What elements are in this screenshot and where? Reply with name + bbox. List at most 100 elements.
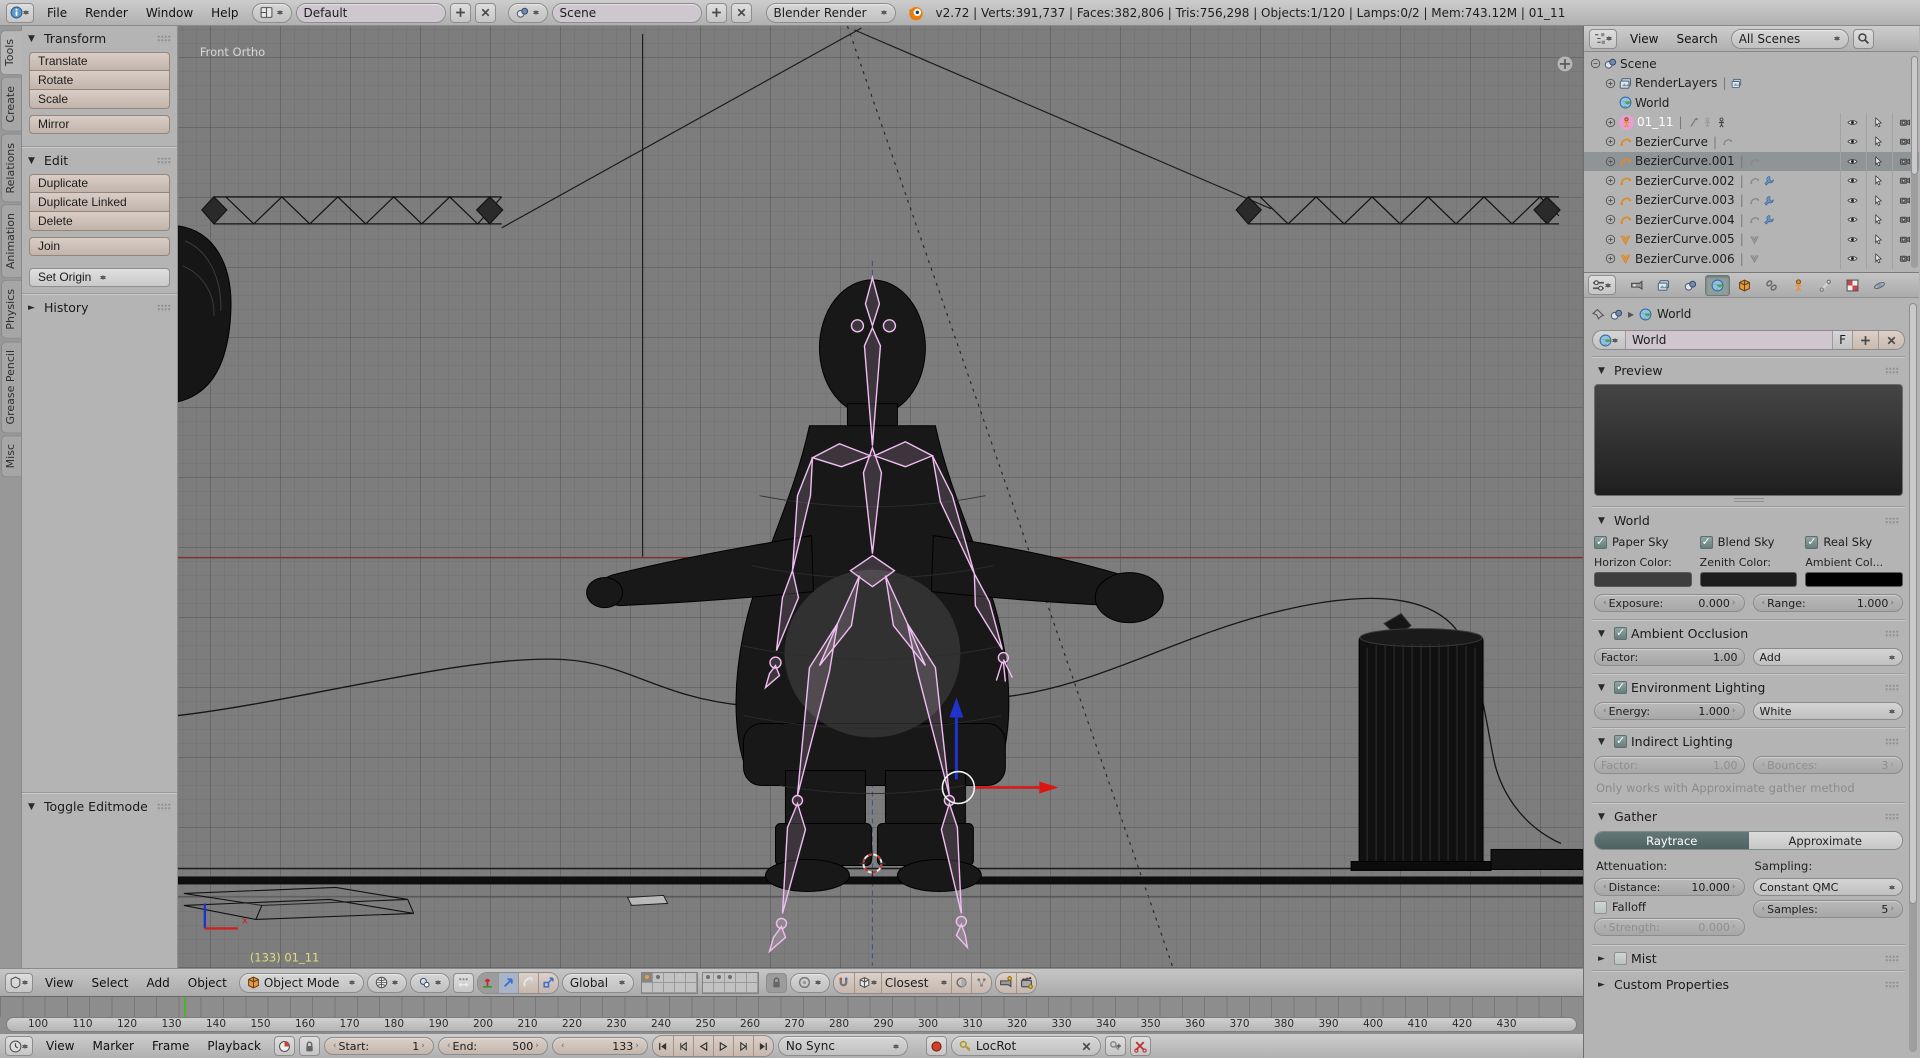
outliner-item-label[interactable]: 01_11 — [1637, 115, 1674, 129]
layer-cell[interactable] — [703, 973, 714, 983]
toggle-selectability-icon[interactable] — [1866, 171, 1889, 191]
ambient-color-swatch[interactable] — [1805, 572, 1903, 587]
mode-dropdown[interactable]: Object Mode — [239, 973, 364, 993]
rotate-manipulator-button[interactable] — [518, 973, 538, 993]
layer-cell[interactable] — [714, 983, 725, 993]
expand-icon[interactable] — [1605, 175, 1616, 186]
toggle-visibility-icon[interactable] — [1840, 113, 1863, 133]
editor-type-outliner-button[interactable] — [1589, 29, 1617, 49]
toolshelf-tab-misc[interactable]: Misc — [1, 435, 21, 477]
pivot-point-dropdown[interactable] — [410, 973, 450, 993]
panel-grip-icon[interactable] — [1885, 955, 1899, 963]
outliner-row-beziercurve.003[interactable]: BezierCurve.003| — [1584, 191, 1919, 211]
outliner-menu-view[interactable]: View — [1621, 32, 1667, 46]
layers-grid-1[interactable] — [641, 972, 698, 994]
ao-blend-dropdown[interactable]: Add — [1753, 648, 1904, 666]
expand-icon[interactable] — [1605, 234, 1616, 245]
layer-cell[interactable] — [736, 973, 747, 983]
properties-tab-bone[interactable] — [1813, 275, 1838, 296]
timeline-menu-playback[interactable]: Playback — [198, 1039, 270, 1053]
panel-grip-icon[interactable] — [1885, 367, 1899, 375]
expand-icon[interactable] — [1605, 117, 1616, 128]
toggle-selectability-icon[interactable] — [1866, 152, 1889, 172]
delete-keyframe-button[interactable] — [1130, 1036, 1151, 1056]
expand-icon[interactable] — [1605, 195, 1616, 206]
timeline-menu-view[interactable]: View — [37, 1039, 83, 1053]
mist-checkbox[interactable] — [1614, 952, 1627, 965]
outliner-item-label[interactable]: RenderLayers — [1635, 76, 1717, 90]
frame-start-field[interactable]: ‹Start:1› — [324, 1037, 434, 1055]
add-scene-button[interactable] — [706, 3, 727, 23]
menu-file[interactable]: File — [38, 6, 76, 20]
outliner-menu-search[interactable]: Search — [1667, 32, 1726, 46]
menu-help[interactable]: Help — [202, 6, 247, 20]
tool-join-button[interactable]: Join — [29, 237, 170, 256]
snap-element-dropdown[interactable] — [854, 973, 881, 993]
can-wireframe-object[interactable] — [1351, 614, 1491, 871]
transform-orientation-dropdown[interactable]: Global — [562, 973, 634, 993]
panel-grip-icon[interactable] — [1885, 630, 1899, 638]
scale-manipulator-button[interactable] — [538, 973, 558, 993]
screen-layout-selector[interactable] — [252, 3, 292, 23]
blend-sky-checkbox[interactable] — [1700, 536, 1713, 549]
layer-cell[interactable] — [736, 983, 747, 993]
layer-cell[interactable] — [714, 973, 725, 983]
scene-selector[interactable] — [508, 3, 548, 23]
proportional-edit-dropdown[interactable] — [790, 973, 830, 993]
clear-keyingset-icon[interactable] — [1080, 1040, 1093, 1053]
panel-header-environment-lighting[interactable]: Environment Lighting — [1592, 675, 1905, 699]
expand-icon[interactable] — [1605, 214, 1616, 225]
outliner-item-label[interactable]: BezierCurve.006 — [1635, 252, 1735, 266]
set-origin-menu-button[interactable]: Set Origin — [29, 268, 170, 287]
insert-keyframe-button[interactable] — [1105, 1036, 1126, 1056]
layer-cell[interactable] — [725, 983, 736, 993]
render-engine-dropdown[interactable]: Blender Render — [766, 3, 896, 23]
toolshelf-tab-relations[interactable]: Relations — [1, 134, 21, 203]
expand-icon[interactable] — [1605, 156, 1616, 167]
snap-peel-toggle[interactable] — [951, 973, 971, 993]
menu-window[interactable]: Window — [137, 6, 202, 20]
sampling-method-dropdown[interactable]: Constant QMC — [1753, 878, 1904, 896]
expand-icon[interactable] — [1605, 253, 1616, 264]
expand-icon[interactable] — [1605, 136, 1616, 147]
panel-grip-icon[interactable] — [1885, 684, 1899, 692]
outliner-item-label[interactable]: BezierCurve.004 — [1635, 213, 1735, 227]
viewport-3d[interactable]: x Front Ortho (133) 01_11 ToolsC — [0, 26, 1583, 996]
scene-name-field[interactable]: Scene — [552, 3, 702, 23]
outliner-search-button[interactable] — [1853, 29, 1874, 49]
outliner-row-01_11[interactable]: 01_11| — [1584, 113, 1919, 133]
tool-duplicate-linked-button[interactable]: Duplicate Linked — [29, 193, 170, 212]
toolshelf-tab-physics[interactable]: Physics — [1, 280, 21, 339]
outliner-item-label[interactable]: BezierCurve.003 — [1635, 193, 1735, 207]
toolshelf-tab-animation[interactable]: Animation — [1, 204, 21, 278]
timeline-menu-frame[interactable]: Frame — [143, 1039, 198, 1053]
play-button[interactable] — [713, 1036, 733, 1056]
layer-cell[interactable] — [686, 973, 697, 983]
pin-icon[interactable] — [1592, 308, 1605, 321]
toggle-visibility-icon[interactable] — [1840, 249, 1863, 269]
panel-header-history[interactable]: History — [22, 295, 177, 319]
editor-type-info-button[interactable] — [6, 3, 34, 23]
tool-scale-button[interactable]: Scale — [29, 90, 170, 109]
layer-cell[interactable] — [747, 973, 758, 983]
viewport-canvas[interactable]: x Front Ortho (133) 01_11 — [0, 26, 1583, 968]
toggle-visibility-icon[interactable] — [1840, 230, 1863, 250]
outliner-item-label[interactable]: Scene — [1620, 57, 1657, 71]
timeline-menu-marker[interactable]: Marker — [83, 1039, 142, 1053]
toggle-visibility-icon[interactable] — [1840, 210, 1863, 230]
properties-tab-render[interactable] — [1624, 275, 1649, 296]
samples-field[interactable]: ‹Samples:5› — [1753, 900, 1904, 918]
layer-cell[interactable] — [747, 983, 758, 993]
panel-header-transform[interactable]: Transform — [22, 26, 177, 50]
lock-to-scene-toggle[interactable] — [766, 973, 787, 993]
viewport-menu-view[interactable]: View — [36, 976, 82, 990]
outliner-row-beziercurve.006[interactable]: BezierCurve.006| — [1584, 249, 1919, 269]
toggle-selectability-icon[interactable] — [1866, 113, 1889, 133]
panel-header-ambient-occlusion[interactable]: Ambient Occlusion — [1592, 621, 1905, 645]
indirect-lighting-checkbox[interactable] — [1614, 735, 1627, 748]
env-color-dropdown[interactable]: White — [1753, 702, 1904, 720]
panel-header-custom-properties[interactable]: Custom Properties — [1592, 972, 1905, 996]
preview-resize-handle[interactable] — [1734, 498, 1764, 502]
unlink-world-button[interactable] — [1878, 331, 1904, 349]
panel-grip-icon[interactable] — [1885, 738, 1899, 746]
